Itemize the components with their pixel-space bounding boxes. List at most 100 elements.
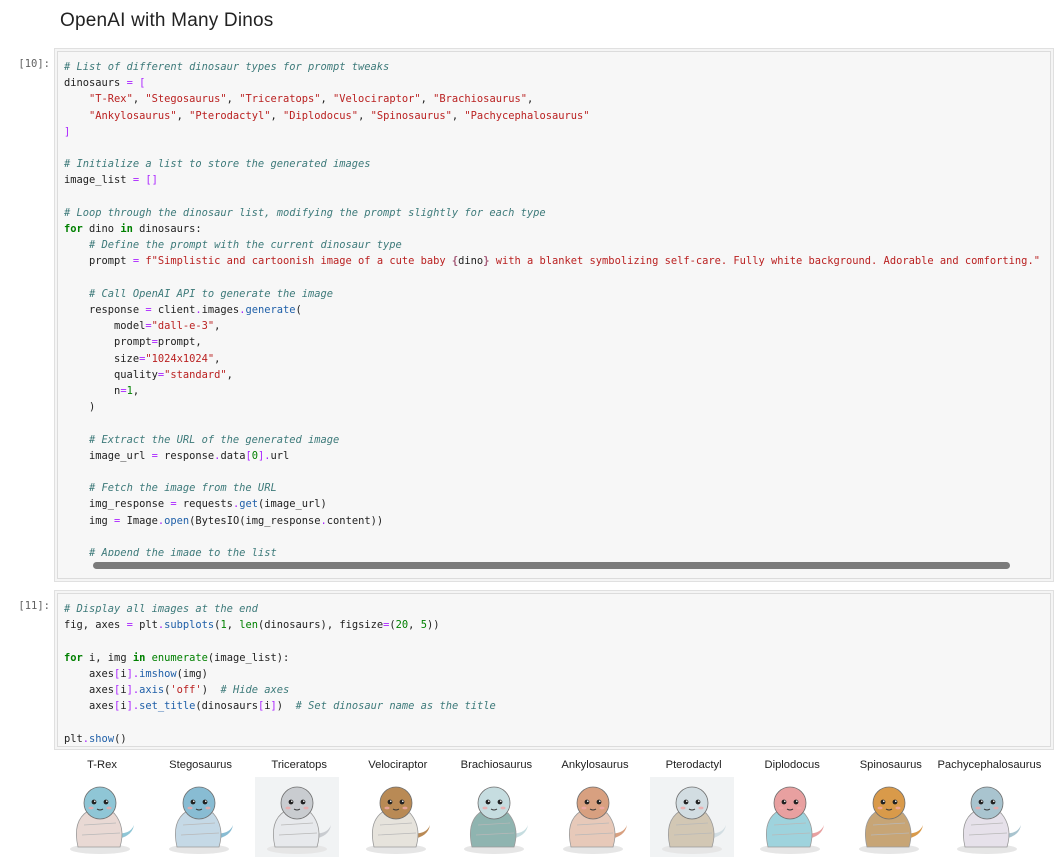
code-token: f"Simplistic and cartoonish image of a c… <box>145 255 452 268</box>
code-token: in <box>120 223 133 236</box>
code-line: # Call OpenAI API to generate the image <box>64 286 1050 302</box>
code-token: "standard" <box>164 368 227 381</box>
dinosaur-image <box>452 777 537 857</box>
dinosaur-image <box>748 777 833 857</box>
code-token: (image_url) <box>257 498 327 511</box>
code-token: content)) <box>326 514 384 527</box>
code-token: images <box>201 304 240 317</box>
code-token: size <box>64 352 140 365</box>
code-editor[interactable]: # List of different dinosaur types for p… <box>57 51 1051 579</box>
code-token: , <box>176 109 190 122</box>
code-token: fig, axes <box>64 619 127 632</box>
cell-prompt-10: [10]: <box>18 58 50 70</box>
code-token: data <box>220 449 246 462</box>
code-token: , <box>451 109 465 122</box>
code-line: ] <box>64 124 1050 140</box>
code-cell-11[interactable]: # Display all images at the end fig, axes… <box>54 590 1054 750</box>
code-token: generate <box>245 304 296 317</box>
output-panel: Pachycephalosaurus <box>937 752 1041 860</box>
code-token: axes <box>64 667 115 680</box>
code-token: url <box>270 449 290 462</box>
code-token: image_url <box>64 449 152 462</box>
code-token: get <box>239 498 258 511</box>
code-line: dinosaurs = [ <box>64 75 1050 91</box>
code-token: prompt <box>64 336 152 349</box>
code-text[interactable]: # Display all images at the end fig, axes… <box>58 594 1050 746</box>
code-line: n=1, <box>64 383 1050 399</box>
code-token: "Stegosaurus" <box>145 93 227 106</box>
output-panel: Triceratops <box>251 752 347 860</box>
code-token: requests <box>176 498 233 511</box>
code-token: Image <box>120 514 158 527</box>
code-token: axes <box>64 700 115 713</box>
output-panel: Diplodocus <box>744 752 840 860</box>
dinosaur-image <box>945 777 1030 857</box>
code-token: # Initialize a list to store the generat… <box>64 158 371 171</box>
code-token: "Ankylosaurus" <box>89 109 177 122</box>
code-token: open <box>164 514 190 527</box>
code-token: client <box>151 304 196 317</box>
code-token: plt <box>132 619 158 632</box>
code-token: i, img <box>82 651 133 664</box>
code-token: # Display all images at the end <box>64 603 258 615</box>
code-line: axes[i].imshow(img) <box>64 666 1050 682</box>
code-editor[interactable]: # Display all images at the end fig, axes… <box>57 593 1051 747</box>
code-line: axes[i].set_title(dinosaurs[i]) # Set di… <box>64 698 1050 714</box>
dinosaur-image <box>156 777 241 857</box>
code-token: set_title <box>139 700 196 713</box>
code-line: # Fetch the image from the URL <box>64 480 1050 496</box>
code-token: enumerate <box>151 651 208 664</box>
code-line: img_response = requests.get(image_url) <box>64 496 1050 512</box>
code-token: "Velociraptor" <box>333 93 421 106</box>
code-token: ] <box>64 125 71 138</box>
code-line: model="dall-e-3", <box>64 318 1050 334</box>
code-token: for <box>64 223 83 236</box>
code-cell-10[interactable]: # List of different dinosaur types for p… <box>54 48 1054 582</box>
code-token: , <box>270 109 283 122</box>
code-token: "Spinosaurus" <box>370 109 452 122</box>
dinosaur-image <box>58 777 142 857</box>
code-token: "T-Rex" <box>89 93 133 106</box>
output-area: T-Rex Stegosaurus Triceratops Velociraptor B… <box>54 752 1054 860</box>
code-token: # Set dinosaur name as the title <box>295 700 496 713</box>
code-token: ( <box>295 304 302 317</box>
code-token: # Define the prompt with the current din… <box>89 239 402 252</box>
code-line: # Define the prompt with the current din… <box>64 237 1050 253</box>
code-token: # Extract the URL of the generated image <box>89 433 340 446</box>
code-token: , <box>226 368 233 381</box>
code-token: image_list <box>64 174 133 187</box>
code-token: (image_list): <box>207 651 290 664</box>
code-token: # Loop through the dinosaur list, modify… <box>64 206 546 219</box>
code-token: with a blanket symbolizing self-care. Fu… <box>489 255 1040 268</box>
code-token: , <box>526 93 534 106</box>
code-text[interactable]: # List of different dinosaur types for p… <box>58 52 1050 578</box>
dinosaur-image <box>649 777 734 857</box>
code-token: , <box>420 93 434 106</box>
code-token: )) <box>426 619 440 632</box>
code-token: # Hide axes <box>220 684 290 697</box>
code-line: # Display all images at the end <box>64 601 1050 617</box>
code-token: () <box>114 732 127 745</box>
code-line: "Ankylosaurus", "Pterodactyl", "Diplodoc… <box>64 108 1050 124</box>
code-token: quality <box>64 368 158 381</box>
code-token: prompt <box>64 255 133 268</box>
code-token: , <box>408 619 421 632</box>
dinosaur-image <box>846 777 931 857</box>
output-panel: Brachiosaurus <box>448 752 544 860</box>
code-token: , <box>214 320 221 333</box>
code-token: for <box>64 651 83 664</box>
code-token: model <box>64 320 146 333</box>
code-token: "dall-e-3" <box>151 320 215 333</box>
horizontal-scrollbar[interactable] <box>93 562 1010 569</box>
output-panel: Stegosaurus <box>153 752 249 860</box>
